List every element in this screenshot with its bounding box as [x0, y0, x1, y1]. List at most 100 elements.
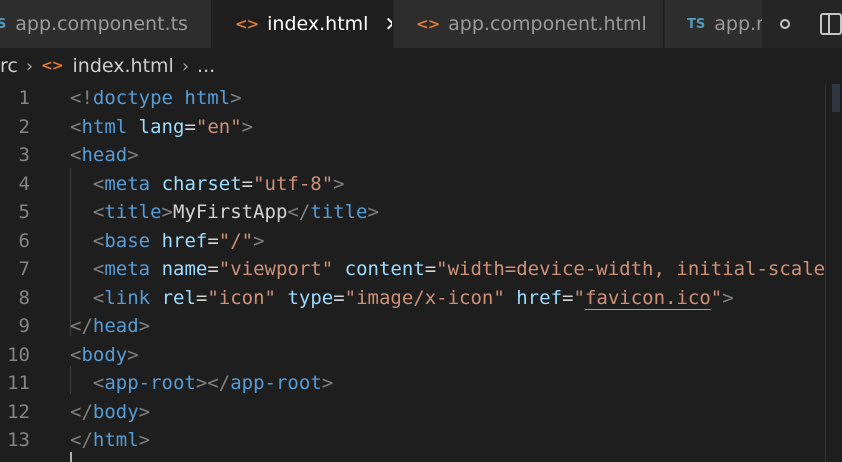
code-token: meta	[104, 172, 151, 195]
tab-app-module[interactable]: TS app.m	[665, 0, 765, 48]
code-token: favicon.ico	[584, 286, 711, 309]
line-number: 7	[18, 258, 30, 280]
tab-label: app.component.html	[448, 13, 647, 35]
code-token: >	[321, 372, 334, 394]
text-cursor	[70, 452, 72, 462]
code-token: >	[127, 144, 139, 166]
tab-index-html[interactable]: <> index.html ✕	[213, 0, 393, 48]
code-token: charset	[161, 172, 242, 195]
ts-file-icon: TS	[0, 17, 6, 32]
code-text: <html lang="en">	[70, 113, 253, 141]
code-token: =	[195, 286, 208, 309]
code-token: =	[184, 115, 196, 138]
code-token: "icon"	[207, 286, 276, 309]
code-token: "viewport"	[218, 258, 334, 280]
code-token: type	[287, 286, 334, 309]
code-token: >	[138, 429, 151, 451]
code-line[interactable]: 4 <meta charset="utf-8">	[0, 170, 826, 198]
close-icon[interactable]: ✕	[384, 12, 392, 36]
breadcrumb-more[interactable]: ...	[197, 55, 215, 77]
code-token: <	[92, 258, 105, 280]
code-line[interactable]: 8 <link rel="icon" type="image/x-icon" h…	[0, 284, 826, 312]
code-text: </head>	[70, 312, 150, 340]
html-file-icon: <>	[235, 15, 259, 33]
tab-app-component-ts[interactable]: TS app.component.ts	[0, 0, 212, 48]
line-number: 9	[18, 315, 30, 337]
html-file-icon: <>	[41, 58, 63, 74]
ts-file-icon: TS	[687, 16, 706, 32]
open-changes-icon[interactable]	[780, 19, 790, 29]
editor-actions	[762, 0, 842, 48]
code-token: lang	[138, 115, 185, 138]
code-text: <!doctype html>	[70, 84, 242, 112]
code-token: >	[230, 87, 242, 109]
tab-label: app.component.ts	[15, 13, 188, 35]
code-token: title	[310, 201, 368, 223]
code-line[interactable]: 5 <title>MyFirstApp</title>	[0, 198, 826, 226]
line-number: 4	[18, 172, 30, 195]
line-number: 1	[18, 87, 30, 109]
code-token: body	[92, 400, 139, 423]
code-token: meta	[104, 258, 151, 280]
code-token: >	[138, 315, 151, 337]
code-token: MyFirstApp	[173, 201, 288, 223]
code-token: app-root	[104, 372, 196, 394]
code-token: >	[333, 172, 345, 195]
code-text: </html>	[70, 426, 150, 454]
code-line[interactable]: 6 <base href="/">	[0, 227, 826, 255]
line-number: 6	[18, 229, 30, 252]
code-text: <meta charset="utf-8">	[70, 170, 345, 198]
breadcrumb-folder[interactable]: rc	[0, 55, 18, 77]
line-number: 12	[7, 400, 30, 423]
code-token: "en"	[195, 115, 242, 138]
code-token: html	[92, 429, 139, 451]
code-token: head	[92, 315, 139, 337]
code-token: html	[81, 115, 128, 138]
tab-bar: TS app.component.ts <> index.html ✕ <> a…	[0, 0, 842, 48]
code-token: >	[127, 343, 139, 366]
code-token: =	[241, 172, 254, 195]
breadcrumb-file[interactable]: index.html	[73, 55, 174, 77]
scrollbar-thumb[interactable]	[832, 84, 840, 112]
code-text: <title>MyFirstApp</title>	[70, 198, 379, 226]
code-text: <head>	[70, 141, 139, 169]
code-line[interactable]: 10 <body>	[0, 341, 826, 369]
code-editor[interactable]: 1 <!doctype html> 2 <html lang="en"> 3 <head>…	[0, 84, 826, 462]
code-line[interactable]: 3 <head>	[0, 141, 826, 169]
code-token: <	[92, 372, 105, 394]
code-token: title	[104, 201, 162, 223]
code-line[interactable]: 13 </html>	[0, 426, 826, 454]
code-line[interactable]: 2 <html lang="en">	[0, 113, 826, 141]
code-line[interactable]: 1 <!doctype html>	[0, 84, 826, 112]
code-token: >	[722, 286, 734, 309]
code-line[interactable]: 12 </body>	[0, 398, 826, 426]
vertical-scrollbar[interactable]	[825, 84, 842, 462]
code-token: </	[70, 429, 93, 451]
code-token: >	[161, 201, 173, 223]
split-editor-icon[interactable]	[820, 13, 842, 35]
code-token: =	[562, 286, 574, 309]
code-text: </body>	[70, 398, 150, 426]
code-line[interactable]: 7 <meta name="viewport" content="width=d…	[0, 255, 826, 283]
line-number: 10	[7, 343, 30, 366]
code-token: <!	[70, 87, 93, 109]
chevron-right-icon: ›	[181, 55, 190, 77]
tab-app-component-html[interactable]: <> app.component.html	[394, 0, 664, 48]
code-token: "/"	[218, 229, 254, 252]
line-number: 5	[18, 201, 30, 223]
code-line[interactable]: 11 <app-root></app-root>	[0, 369, 826, 397]
code-token: >	[241, 115, 254, 138]
code-token: link	[104, 286, 151, 309]
code-token: =	[424, 258, 437, 280]
code-line[interactable]: 9 </head>	[0, 312, 826, 340]
code-token: "image/x-icon"	[344, 286, 505, 309]
